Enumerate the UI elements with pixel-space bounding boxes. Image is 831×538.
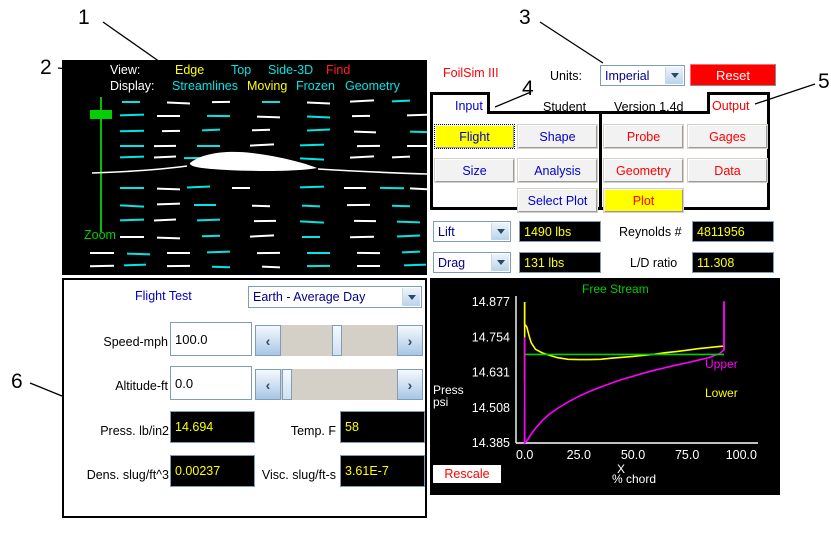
output-panel-top-edge [602,111,710,114]
temperature-value-field: 58 [340,411,425,443]
speed-label: Speed-mph [103,335,168,349]
altitude-input[interactable]: 0.0 [170,366,252,400]
pressure-plot-panel: Free Stream Press psi Upper Lower X % ch… [430,278,780,495]
rescale-button[interactable]: Rescale [433,465,501,483]
input-panel-left-edge [430,111,433,210]
button-analysis[interactable]: Analysis [517,158,598,183]
flight-condition-select[interactable]: Earth - Average Day [248,286,422,308]
flight-test-title: Flight Test [135,289,192,303]
viscosity-value-field: 3.61E-7 [340,455,425,487]
plot-xtick-label: 50.0 [621,448,645,462]
output-panel-right-edge [767,111,770,210]
input-output-divider [599,111,602,210]
lift-select-value: Lift [438,224,455,239]
speed-slider[interactable]: ‹ › [255,325,423,356]
tab-input[interactable]: Input [455,99,483,113]
button-data[interactable]: Data [687,158,768,183]
plot-xtick-label: 75.0 [675,448,699,462]
units-select[interactable]: Imperial [600,65,685,86]
reynolds-value-field: 4811956 [692,221,774,242]
flight-condition-value: Earth - Average Day [253,290,366,304]
reynolds-label: Reynolds # [619,225,682,239]
altitude-slider-track[interactable] [281,369,397,400]
plot-ytick-label: 14.754 [472,330,510,344]
plot-ytick-label: 14.508 [472,401,510,415]
drag-select[interactable]: Drag [433,252,511,273]
lift-value-field: 1490 lbs [519,221,601,242]
airfoil-graphics-panel[interactable]: View: Edge Top Side-3D Find Display: Str… [62,60,427,275]
chevron-down-icon[interactable] [491,254,509,271]
ld-ratio-value-field: 11.308 [692,252,774,273]
pressure-value-field: 14.694 [170,411,255,443]
viscosity-label: Visc. slug/ft-s [261,468,336,482]
tab-output[interactable]: Output [712,99,750,113]
button-plot[interactable]: Plot [603,188,684,213]
button-geometry[interactable]: Geometry [603,158,684,183]
output-tab-border-top [707,92,770,95]
speed-input[interactable]: 100.0 [170,322,252,356]
plot-ytick-label: 14.385 [472,436,510,450]
button-gages[interactable]: Gages [687,124,768,149]
airfoil-shape [91,151,427,175]
input-tab-border-top [430,92,490,95]
pressure-label: Press. lb/in2 [100,424,169,438]
plot-xtick-label: 0.0 [516,448,533,462]
button-probe[interactable]: Probe [603,124,684,149]
plot-xtick-label: 25.0 [567,448,591,462]
altitude-slider-thumb[interactable] [282,369,292,400]
units-select-value: Imperial [605,68,650,83]
button-flight[interactable]: Flight [434,124,515,149]
units-label: Units: [550,69,582,83]
plot-series-lower [523,302,725,361]
reset-button[interactable]: Reset [690,64,776,86]
input-panel-top-edge [487,111,602,114]
button-shape[interactable]: Shape [517,124,598,149]
altitude-slider-left-arrow[interactable]: ‹ [255,369,281,400]
temperature-label: Temp. F [290,424,336,438]
chevron-down-icon[interactable] [491,223,509,240]
altitude-slider[interactable]: ‹ › [255,369,423,400]
plot-canvas: 14.385 14.508 14.631 14.754 14.877 0.0 25.0 50.… [472,295,758,462]
chevron-down-icon[interactable] [665,67,683,84]
lift-select[interactable]: Lift [433,221,511,242]
altitude-label: Altitude-ft [115,379,168,393]
plot-ytick-label: 14.877 [472,295,510,309]
density-label: Dens. slug/ft^3 [86,468,169,482]
speed-slider-left-arrow[interactable]: ‹ [255,325,281,356]
button-select-plot[interactable]: Select Plot [517,188,598,213]
altitude-slider-right-arrow[interactable]: › [397,369,423,400]
ld-ratio-label: L/D ratio [630,256,678,270]
plot-xtick-label: 100.0 [726,448,757,462]
chevron-down-icon[interactable] [402,288,420,306]
drag-select-value: Drag [438,255,466,270]
speed-slider-right-arrow[interactable]: › [397,325,423,356]
app-brand-title: FoilSim III [443,66,499,80]
density-value-field: 0.00237 [170,455,255,487]
drag-value-field: 131 lbs [519,252,601,273]
plot-ytick-label: 14.631 [472,366,510,380]
plot-series-upper [523,301,725,445]
button-size[interactable]: Size [434,158,515,183]
speed-slider-thumb[interactable] [332,325,342,356]
